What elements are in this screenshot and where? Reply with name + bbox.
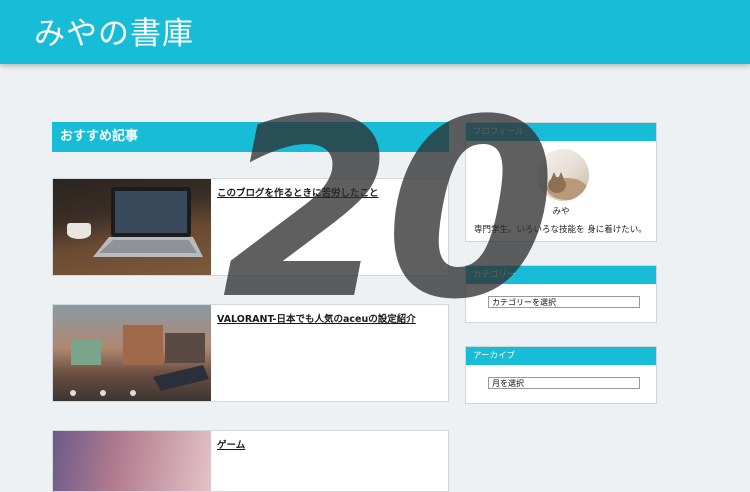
main-content: おすすめ記事 このブログを作るときに苦労したこと VALORANT-日本でも人気… (52, 122, 449, 492)
profile-widget-title: プロフィール (466, 123, 656, 141)
article-card[interactable]: VALORANT-日本でも人気のaceuの設定紹介 (52, 304, 449, 402)
category-widget: カテゴリー カテゴリーを選択 (465, 265, 657, 323)
archive-widget: アーカイブ 月を選択 (465, 346, 657, 404)
archive-month-select[interactable]: 月を選択 (488, 377, 640, 389)
game-scene-icon (70, 325, 209, 396)
section-heading: おすすめ記事 (52, 122, 449, 152)
article-title-link[interactable]: このブログを作るときに苦労したこと (217, 185, 442, 199)
archive-widget-title: アーカイブ (466, 347, 656, 365)
category-select[interactable]: カテゴリーを選択 (488, 296, 640, 308)
site-title-link[interactable]: みやの書庫 (34, 8, 194, 53)
site-header: みやの書庫 (0, 0, 750, 64)
blurred-photo-thumbnail[interactable] (53, 431, 211, 491)
article-title-link[interactable]: VALORANT-日本でも人気のaceuの設定紹介 (217, 311, 442, 325)
cat-avatar-icon (537, 149, 589, 201)
profile-bio: 専門学生。いろいろな技能を 身に着けたい。 (474, 225, 647, 235)
article-card[interactable]: このブログを作るときに苦労したこと (52, 178, 449, 276)
category-widget-title: カテゴリー (466, 266, 656, 284)
game-screenshot-thumbnail[interactable] (53, 305, 211, 401)
laptop-photo-thumbnail[interactable] (53, 179, 211, 275)
profile-name: みや (552, 207, 570, 217)
laptop-icon (67, 187, 203, 257)
article-card[interactable]: ゲーム (52, 430, 449, 492)
profile-widget: プロフィール みや 専門学生。いろいろな技能を 身に着けたい。 (465, 122, 657, 242)
article-title-link[interactable]: ゲーム (217, 437, 442, 451)
